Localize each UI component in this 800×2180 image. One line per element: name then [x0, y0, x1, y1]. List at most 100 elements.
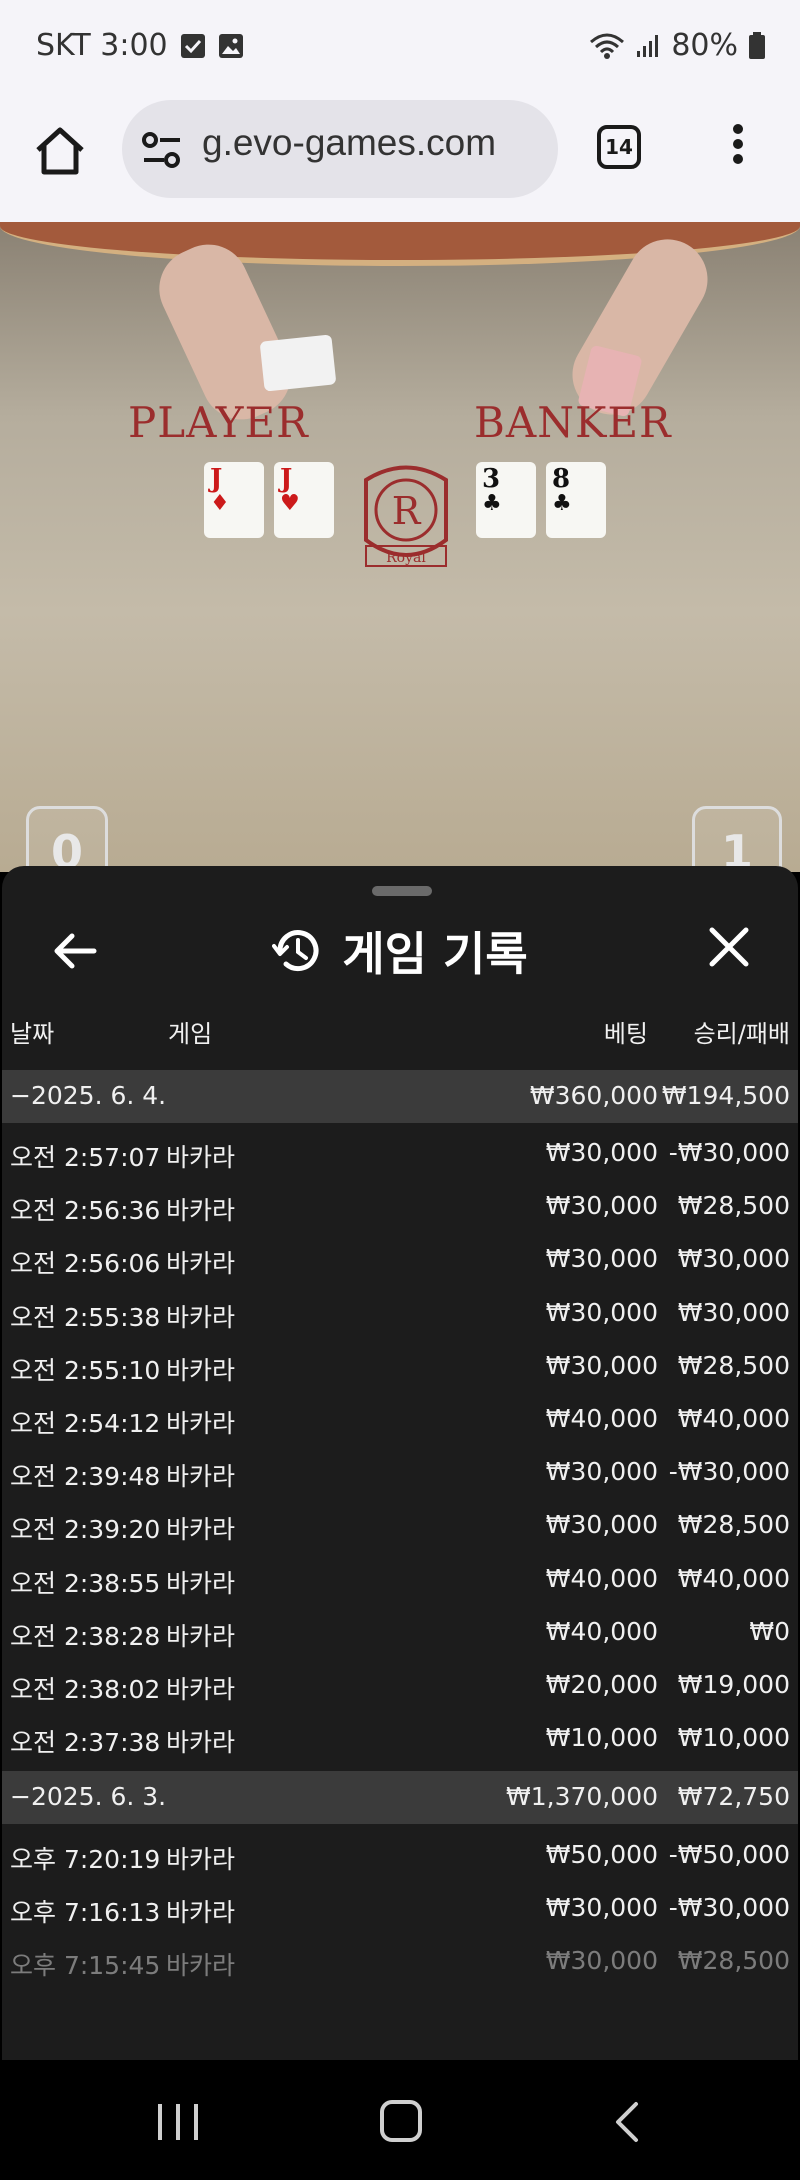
row-game: 바카라	[166, 1302, 236, 1332]
game-history-panel: 게임 기록 날짜 게임 베팅 승리/패배 −2025. 6. 4. ₩360,0…	[2, 866, 798, 2060]
row-bet: ₩20,000	[545, 1670, 658, 1699]
drag-handle[interactable]	[372, 886, 432, 896]
recent-apps-icon[interactable]	[158, 2104, 198, 2140]
row-game: 바카라	[166, 1898, 236, 1927]
svg-text:Royal: Royal	[386, 550, 426, 566]
row-bet: ₩30,000	[545, 1893, 658, 1922]
table-row[interactable]: 오전 2:38:28 바카라 ₩40,000 ₩0	[2, 1605, 798, 1658]
status-right: 80%	[589, 28, 766, 63]
table-row[interactable]: 오전 2:56:36 바카라 ₩30,000 ₩28,500	[2, 1179, 798, 1232]
row-time: 오전 2:38:28	[10, 1621, 161, 1651]
row-time: 오전 2:55:38	[10, 1302, 161, 1332]
url-text: g.evo-games.com	[202, 122, 497, 163]
status-left: SKT 3:00	[36, 28, 244, 63]
signal-icon	[637, 34, 659, 57]
row-game: 바카라	[166, 1845, 236, 1874]
row-result: -₩30,000	[668, 1457, 790, 1487]
row-time: 오전 2:39:48	[10, 1462, 161, 1492]
row-game: 바카라	[166, 1951, 236, 1980]
panel-title-group: 게임 기록	[2, 916, 798, 986]
table-row[interactable]: 오전 2:37:38 바카라 ₩10,000 ₩10,000	[2, 1711, 798, 1764]
row-game: 바카라	[166, 1462, 236, 1492]
table-row[interactable]: 오전 2:39:20 바카라 ₩30,000 ₩28,500	[2, 1498, 798, 1551]
row-game: 바카라	[166, 1249, 236, 1279]
row-time: 오전 2:56:06	[10, 1249, 161, 1279]
panel-title: 게임 기록	[342, 927, 528, 981]
column-header-result[interactable]: 승리/패배	[694, 1014, 790, 1049]
game-video: PLAYER BANKER J ♦ J ♥ 3 ♣ 8 ♣ R Royal 0 1	[0, 222, 800, 872]
row-game: 바카라	[166, 1355, 236, 1385]
browser-menu-icon[interactable]	[726, 124, 750, 172]
tab-switcher-button[interactable]: 14	[597, 125, 641, 169]
row-bet: ₩40,000	[545, 1616, 658, 1646]
date-group-row[interactable]: −2025. 6. 3. ₩1,370,000 ₩72,750	[2, 1771, 798, 1824]
table-row[interactable]: 오후 7:16:13 바카라 ₩30,000 -₩30,000	[2, 1881, 798, 1934]
table-row[interactable]: 오전 2:39:48 바카라 ₩30,000 -₩30,000	[2, 1445, 798, 1498]
group-date: −2025. 6. 3.	[10, 1782, 167, 1811]
row-result: ₩28,500	[677, 1946, 790, 1975]
banker-card-1: 3 ♣	[476, 462, 536, 538]
row-result: ₩40,000	[677, 1563, 790, 1593]
table-row[interactable]: 오후 7:20:19 바카라 ₩50,000 -₩50,000	[2, 1828, 798, 1881]
player-card-2: J ♥	[274, 462, 334, 538]
tab-count: 14	[605, 135, 633, 159]
column-header-game[interactable]: 게임	[168, 1014, 212, 1049]
image-notification-icon	[218, 33, 243, 58]
group-date: −2025. 6. 4.	[10, 1081, 167, 1110]
row-bet: ₩30,000	[545, 1946, 658, 1975]
group-bet-total: ₩360,000	[529, 1081, 658, 1110]
row-time: 오전 2:38:02	[10, 1675, 161, 1704]
battery-percent: 80%	[671, 28, 738, 63]
row-bet: ₩40,000	[545, 1563, 658, 1593]
android-nav-bar	[0, 2060, 800, 2180]
table-row[interactable]: 오전 2:57:07 바카라 ₩30,000 -₩30,000	[2, 1126, 798, 1179]
table-row[interactable]: 오전 2:38:02 바카라 ₩20,000 ₩19,000	[2, 1658, 798, 1711]
checkbox-notification-icon	[180, 33, 205, 58]
row-bet: ₩50,000	[545, 1840, 658, 1869]
date-group-row[interactable]: −2025. 6. 4. ₩360,000 ₩194,500	[2, 1070, 798, 1123]
banker-card-2: 8 ♣	[546, 462, 606, 538]
row-time: 오후 7:20:19	[10, 1845, 161, 1874]
carrier-time: SKT 3:00	[36, 28, 168, 63]
row-bet: ₩30,000	[545, 1244, 658, 1274]
row-game: 바카라	[166, 1515, 236, 1545]
history-icon	[272, 930, 319, 972]
table-row-faded	[2, 1981, 798, 2034]
table-row[interactable]: 오전 2:54:12 바카라 ₩40,000 ₩40,000	[2, 1392, 798, 1445]
royal-crest-logo: R Royal	[364, 465, 448, 567]
held-card	[259, 334, 337, 392]
row-bet: ₩10,000	[545, 1723, 658, 1753]
column-header-bet[interactable]: 베팅	[604, 1014, 648, 1049]
home-icon[interactable]	[30, 122, 90, 182]
row-result: -₩30,000	[668, 1138, 790, 1167]
row-result: -₩50,000	[668, 1840, 790, 1869]
table-row[interactable]: 오전 2:56:06 바카라 ₩30,000 ₩30,000	[2, 1232, 798, 1285]
row-result: ₩0	[749, 1616, 790, 1646]
row-result: ₩40,000	[677, 1404, 790, 1433]
column-header-date[interactable]: 날짜	[10, 1014, 54, 1049]
row-game: 바카라	[166, 1621, 236, 1651]
wifi-icon	[590, 33, 625, 59]
row-time: 오후 7:15:45	[10, 1951, 161, 1980]
nav-back-icon[interactable]	[608, 2100, 648, 2144]
table-row[interactable]: 오후 7:15:45 바카라 ₩30,000 ₩28,500	[2, 1934, 798, 1987]
row-result: ₩28,500	[677, 1191, 790, 1221]
group-result-total: ₩72,750	[677, 1782, 790, 1811]
table-row[interactable]: 오전 2:55:10 바카라 ₩30,000 ₩28,500	[2, 1339, 798, 1392]
banker-label: BANKER	[474, 398, 672, 447]
row-bet: ₩30,000	[545, 1191, 658, 1221]
row-bet: ₩30,000	[545, 1350, 658, 1380]
row-game: 바카라	[166, 1728, 236, 1758]
banker-score: 1	[692, 806, 782, 872]
table-row[interactable]: 오전 2:38:55 바카라 ₩40,000 ₩40,000	[2, 1552, 798, 1605]
row-time: 오후 7:16:13	[10, 1898, 161, 1927]
nav-home-icon[interactable]	[380, 2100, 422, 2142]
address-bar[interactable]: g.evo-games.com	[122, 100, 558, 198]
site-settings-icon[interactable]	[140, 130, 184, 170]
player-score: 0	[26, 806, 108, 872]
close-icon[interactable]	[704, 922, 754, 972]
player-card-1: J ♦	[204, 462, 264, 538]
table-row[interactable]: 오전 2:55:38 바카라 ₩30,000 ₩30,000	[2, 1286, 798, 1339]
row-result: ₩10,000	[677, 1723, 790, 1753]
battery-icon	[749, 31, 765, 59]
